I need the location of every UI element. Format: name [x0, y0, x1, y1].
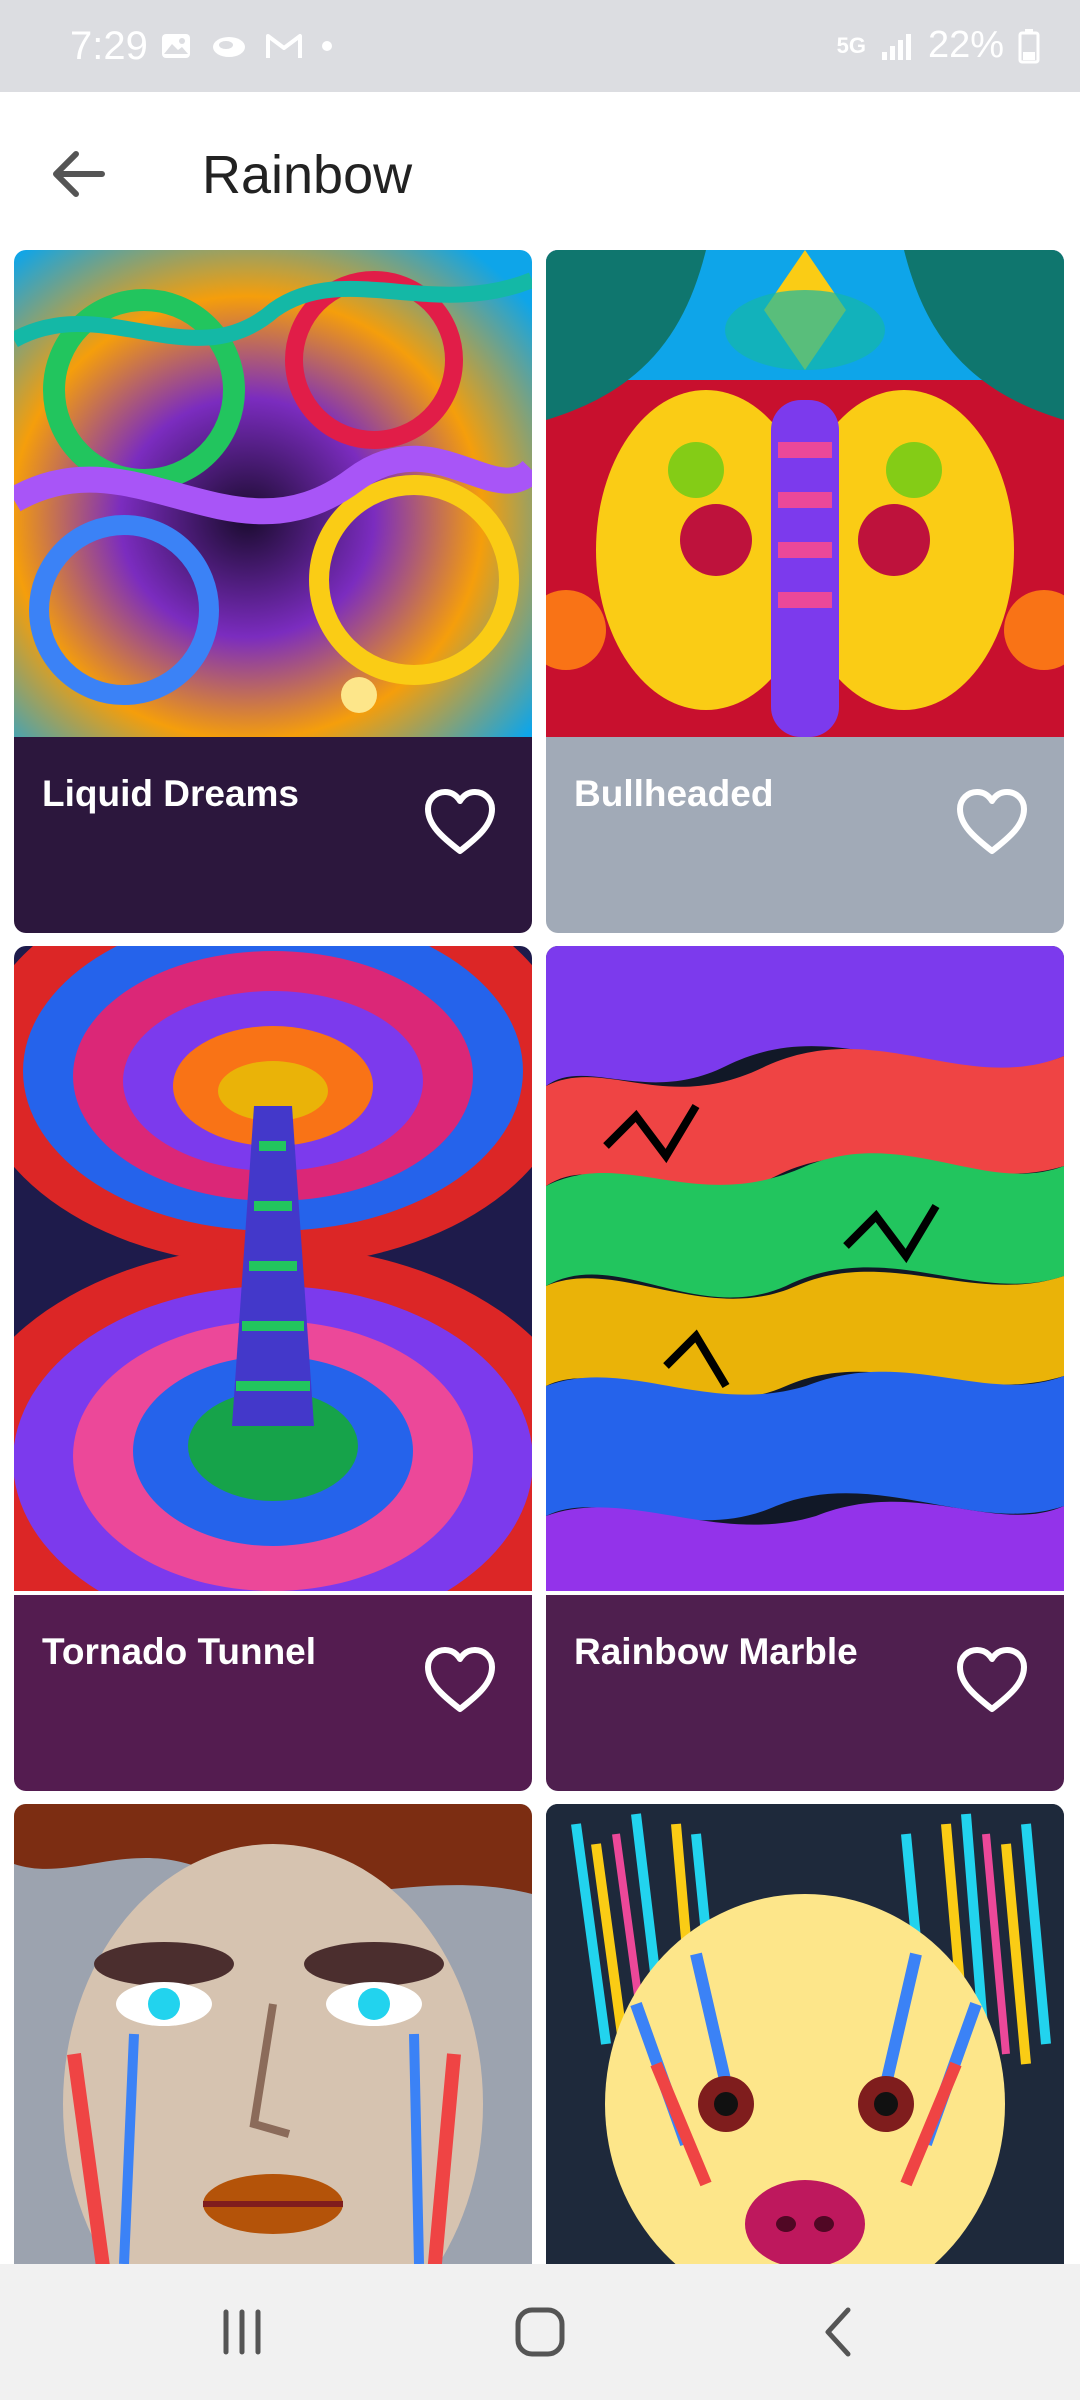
home-button[interactable]: [508, 2300, 572, 2364]
heart-icon[interactable]: [954, 787, 1030, 857]
card-image: [546, 946, 1064, 1591]
app-bar: Rainbow: [0, 92, 1080, 248]
back-button[interactable]: [40, 134, 120, 214]
page-title: Rainbow: [202, 145, 413, 205]
cloud-icon: [213, 37, 245, 57]
gmail-icon: [266, 34, 302, 58]
wallpaper-card[interactable]: [14, 1804, 532, 2264]
status-time: 7:29: [70, 24, 148, 68]
heart-icon[interactable]: [954, 1645, 1030, 1715]
home-icon: [515, 2307, 565, 2357]
card-footer: Bullheaded: [546, 737, 1064, 933]
card-image: [546, 250, 1064, 737]
dot-icon: [322, 41, 332, 51]
system-back-button[interactable]: [808, 2300, 872, 2364]
navigation-bar: [0, 2264, 1080, 2400]
card-title: Liquid Dreams: [42, 773, 299, 814]
status-bar: 7:29 5G 22%: [0, 0, 1080, 92]
card-footer: Liquid Dreams: [14, 737, 532, 933]
image-icon: [162, 34, 190, 58]
card-title: Rainbow Marble: [574, 1631, 858, 1672]
battery-percent: 22%: [927, 24, 1004, 66]
arrow-left-icon: [53, 151, 105, 197]
card-image: [14, 250, 532, 737]
wallpaper-card[interactable]: Bullheaded: [546, 250, 1064, 933]
wallpaper-card[interactable]: Liquid Dreams: [14, 250, 532, 933]
wallpaper-card[interactable]: Rainbow Marble: [546, 946, 1064, 1791]
recent-apps-icon: [223, 2309, 261, 2355]
signal-icon: [881, 33, 911, 60]
back-icon: [825, 2307, 851, 2357]
wallpaper-card[interactable]: [546, 1804, 1064, 2264]
card-image: [14, 1804, 532, 2264]
status-right: 5G 22%: [837, 24, 1040, 67]
heart-icon[interactable]: [422, 1645, 498, 1715]
card-image: [14, 946, 532, 1591]
card-title: Tornado Tunnel: [42, 1631, 317, 1672]
wallpaper-grid[interactable]: Liquid Dreams Bullheaded Tornado Tunnel …: [0, 248, 1080, 2264]
card-title: Bullheaded: [574, 773, 774, 814]
card-footer: Tornado Tunnel: [14, 1595, 532, 1791]
card-image: [546, 1804, 1064, 2264]
heart-icon[interactable]: [422, 787, 498, 857]
notification-icons: [160, 30, 334, 62]
network-type: 5G: [836, 32, 866, 58]
card-footer: Rainbow Marble: [546, 1595, 1064, 1791]
battery-icon: [1018, 28, 1040, 63]
wallpaper-card[interactable]: Tornado Tunnel: [14, 946, 532, 1791]
recent-apps-button[interactable]: [210, 2300, 274, 2364]
